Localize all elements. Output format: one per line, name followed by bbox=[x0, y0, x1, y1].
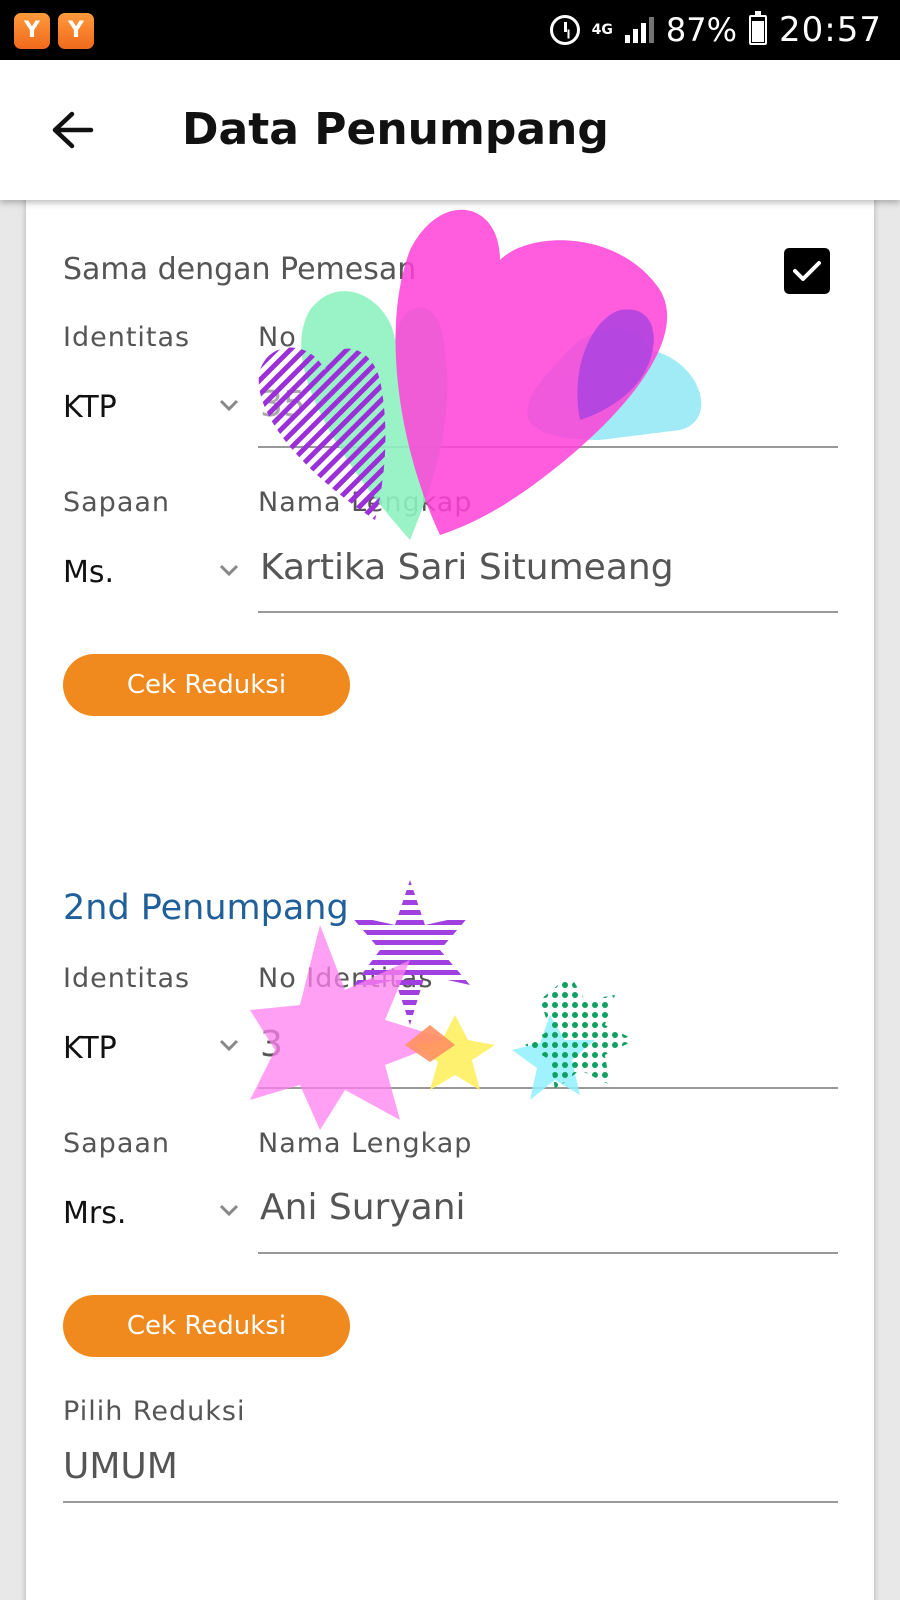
id-number-underline bbox=[258, 446, 838, 448]
check-icon bbox=[793, 261, 821, 281]
fullname-underline bbox=[258, 1252, 838, 1254]
page-title: Data Penumpang bbox=[182, 104, 609, 155]
arrow-left-icon bbox=[52, 111, 94, 149]
id-number-underline bbox=[258, 1087, 838, 1089]
identity-label: Identitas bbox=[63, 963, 191, 994]
alarm-icon bbox=[549, 15, 580, 45]
identity-select[interactable]: KTP bbox=[63, 390, 117, 425]
signal-icon bbox=[624, 17, 654, 43]
same-as-booker-label: Sama dengan Pemesan bbox=[63, 252, 417, 287]
cek-reduksi-button[interactable]: Cek Reduksi bbox=[63, 654, 350, 716]
identity-select[interactable]: KTP bbox=[63, 1031, 117, 1066]
section-title-2nd-passenger: 2nd Penumpang bbox=[63, 888, 349, 928]
choose-reduction-underline bbox=[63, 1501, 838, 1503]
salutation-select[interactable]: Mrs. bbox=[63, 1196, 126, 1231]
choose-reduction-select[interactable]: UMUM bbox=[63, 1446, 178, 1487]
same-as-booker-checkbox[interactable] bbox=[784, 248, 830, 294]
chevron-down-icon[interactable] bbox=[218, 1203, 240, 1217]
network-type: 4G bbox=[591, 22, 613, 38]
salutation-label: Sapaan bbox=[63, 1128, 171, 1159]
app-bar: Data Penumpang bbox=[0, 60, 900, 200]
identity-label: Identitas bbox=[63, 322, 191, 353]
chevron-down-icon[interactable] bbox=[218, 398, 240, 412]
status-bar: Y Y 4G 87% 20:57 bbox=[0, 0, 900, 60]
clock: 20:57 bbox=[779, 10, 882, 50]
battery-icon bbox=[749, 11, 768, 45]
choose-reduction-label: Pilih Reduksi bbox=[63, 1396, 246, 1427]
id-number-input[interactable]: 35 bbox=[260, 384, 306, 425]
fullname-input[interactable]: Kartika Sari Situmeang bbox=[260, 547, 674, 588]
back-button[interactable] bbox=[44, 102, 100, 158]
chevron-down-icon[interactable] bbox=[218, 1038, 240, 1052]
id-number-label: No bbox=[258, 322, 297, 353]
cek-reduksi-button[interactable]: Cek Reduksi bbox=[63, 1295, 350, 1357]
app-notification-icon: Y bbox=[58, 13, 94, 49]
app-notification-icon: Y bbox=[14, 13, 50, 49]
salutation-label: Sapaan bbox=[63, 487, 171, 518]
chevron-down-icon[interactable] bbox=[218, 563, 240, 577]
battery-percent: 87% bbox=[665, 11, 738, 49]
id-number-label: No Identitas bbox=[258, 963, 434, 994]
fullname-label: Nama Lengkap bbox=[258, 1128, 473, 1159]
id-number-input[interactable]: 3 bbox=[260, 1024, 283, 1065]
fullname-label: Nama Lengkap bbox=[258, 487, 473, 518]
salutation-select[interactable]: Ms. bbox=[63, 555, 114, 590]
fullname-underline bbox=[258, 611, 838, 613]
fullname-input[interactable]: Ani Suryani bbox=[260, 1187, 466, 1228]
